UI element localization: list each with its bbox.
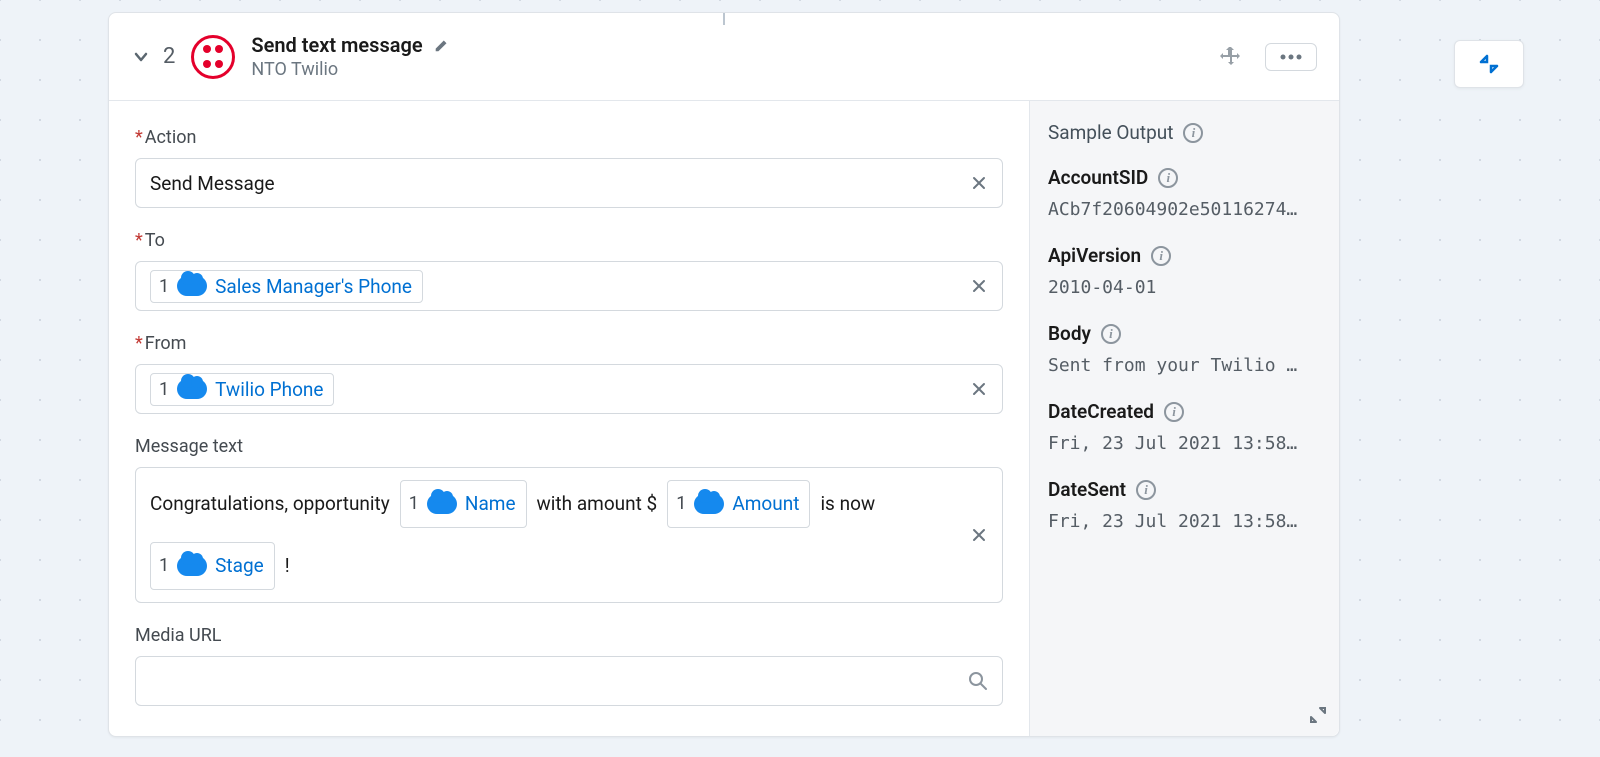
action-value: Send Message	[150, 172, 275, 195]
chevron-down-icon	[131, 47, 151, 67]
search-icon[interactable]	[968, 671, 988, 691]
clear-to-button[interactable]	[970, 277, 988, 295]
step-number: 2	[163, 44, 175, 69]
message-pill-amount[interactable]: 1 Amount	[667, 480, 810, 528]
more-options-button[interactable]	[1265, 43, 1317, 71]
step-header: 2 Send text message NTO Twilio	[109, 13, 1339, 101]
info-icon[interactable]: i	[1183, 123, 1203, 143]
salesforce-icon	[694, 494, 724, 514]
message-input[interactable]: Congratulations, opportunity 1 Name with…	[135, 467, 1003, 603]
salesforce-icon	[177, 379, 207, 399]
clear-action-button[interactable]	[970, 174, 988, 192]
salesforce-icon	[427, 494, 457, 514]
salesforce-icon	[177, 276, 207, 296]
move-icon	[1219, 45, 1243, 69]
message-pill-name[interactable]: 1 Name	[400, 480, 527, 528]
form-area: *Action Send Message *To 1 Sales Manager…	[109, 101, 1029, 736]
clear-message-button[interactable]	[970, 526, 988, 544]
expand-panel-button[interactable]	[1309, 706, 1327, 724]
edit-title-button[interactable]	[433, 36, 451, 54]
info-icon[interactable]: i	[1151, 246, 1171, 266]
info-icon[interactable]: i	[1136, 480, 1156, 500]
sample-output-panel: Sample Output i AccountSID i ACb7f206049…	[1029, 101, 1339, 736]
media-url-label: Media URL	[135, 625, 1003, 646]
ellipsis-icon	[1280, 54, 1302, 60]
to-datapill[interactable]: 1 Sales Manager's Phone	[150, 270, 423, 303]
action-label: *Action	[135, 127, 1003, 148]
step-title: Send text message	[251, 33, 422, 57]
info-icon[interactable]: i	[1101, 324, 1121, 344]
info-icon[interactable]: i	[1158, 168, 1178, 188]
media-url-input[interactable]	[135, 656, 1003, 706]
connector-line	[723, 13, 725, 25]
close-icon	[970, 526, 988, 544]
message-label: Message text	[135, 436, 1003, 457]
collapse-toggle[interactable]	[127, 43, 155, 71]
expand-icon	[1309, 706, 1327, 724]
output-item: Body i Sent from your Twilio …	[1048, 322, 1321, 376]
output-title: Sample Output	[1048, 121, 1173, 144]
close-icon	[970, 174, 988, 192]
output-item: DateSent i Fri, 23 Jul 2021 13:58…	[1048, 478, 1321, 532]
output-item: DateCreated i Fri, 23 Jul 2021 13:58…	[1048, 400, 1321, 454]
to-label: *To	[135, 230, 1003, 251]
drag-handle[interactable]	[1215, 41, 1247, 73]
action-input[interactable]: Send Message	[135, 158, 1003, 208]
from-datapill[interactable]: 1 Twilio Phone	[150, 373, 334, 406]
from-label: *From	[135, 333, 1003, 354]
step-card: 2 Send text message NTO Twilio *	[108, 12, 1340, 737]
close-icon	[970, 380, 988, 398]
output-item: AccountSID i ACb7f20604902e50116274…	[1048, 166, 1321, 220]
clear-from-button[interactable]	[970, 380, 988, 398]
message-pill-stage[interactable]: 1 Stage	[150, 542, 275, 590]
twilio-icon	[191, 35, 235, 79]
to-input[interactable]: 1 Sales Manager's Phone	[135, 261, 1003, 311]
salesforce-icon	[177, 556, 207, 576]
pencil-icon	[433, 36, 451, 54]
info-icon[interactable]: i	[1164, 402, 1184, 422]
compress-icon	[1478, 53, 1500, 75]
connection-name: NTO Twilio	[251, 59, 1215, 80]
output-item: ApiVersion i 2010-04-01	[1048, 244, 1321, 298]
collapse-all-button[interactable]	[1454, 40, 1524, 88]
close-icon	[970, 277, 988, 295]
from-input[interactable]: 1 Twilio Phone	[135, 364, 1003, 414]
